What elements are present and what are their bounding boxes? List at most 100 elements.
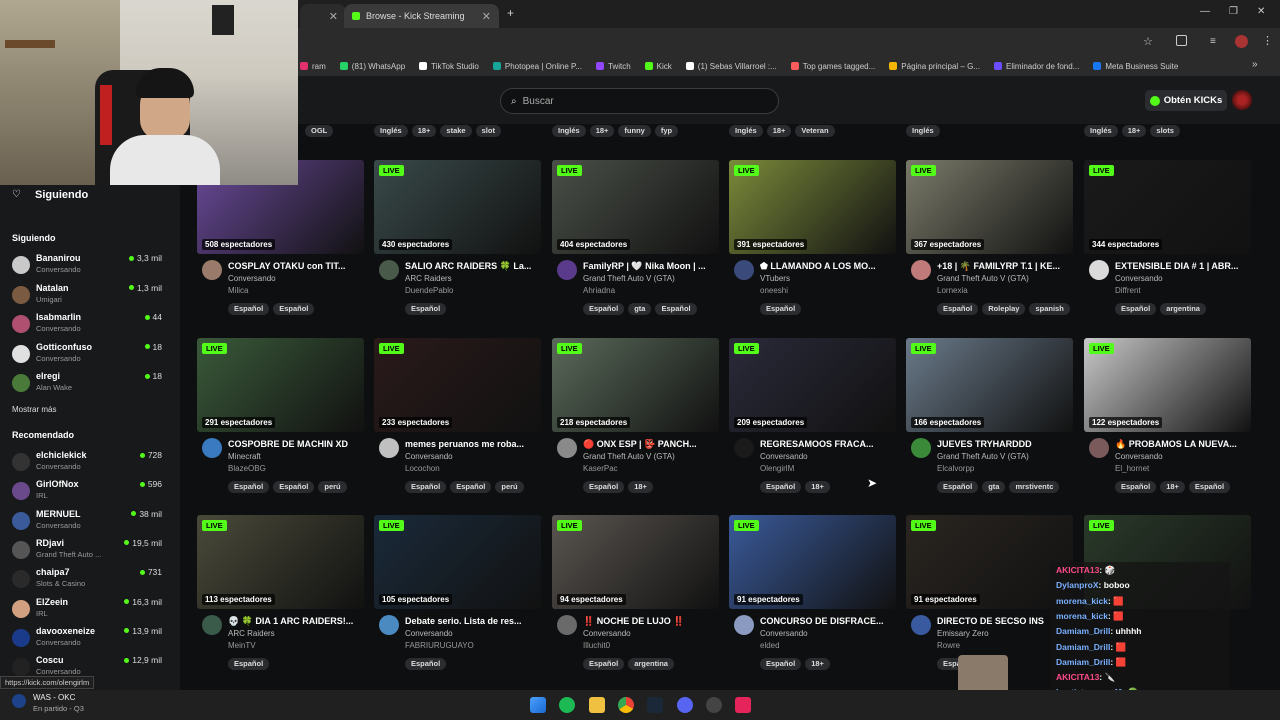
tag-chip[interactable]: Español — [937, 481, 979, 493]
tag-chip[interactable]: argentina — [628, 658, 674, 670]
stream-category[interactable]: Emissary Zero — [937, 629, 989, 638]
streamer-name[interactable]: Lornexia — [937, 286, 968, 295]
tag-chip[interactable]: Español — [405, 481, 447, 493]
tag-chip[interactable]: Español — [760, 303, 802, 315]
minimize-icon[interactable]: — — [1200, 6, 1210, 17]
bookmark-item[interactable]: Twitch — [595, 62, 631, 71]
user-avatar[interactable] — [1232, 90, 1252, 110]
streamer-avatar[interactable] — [1089, 438, 1109, 458]
stream-title[interactable]: memes peruanos me roba... — [405, 439, 547, 449]
tag-chip[interactable]: Español — [405, 303, 447, 315]
sidebar-channel-item[interactable]: chaipa7 Slots & Casino 731 — [12, 567, 162, 595]
stream-title[interactable]: COSPLAY OTAKU con TIT... — [228, 261, 370, 271]
stream-title[interactable]: ‼️ NOCHE DE LUJO ‼️ — [583, 616, 725, 627]
steam-icon[interactable] — [647, 697, 663, 713]
streamer-name[interactable]: Elcalvorpp — [937, 464, 974, 473]
bookmarks-more-icon[interactable]: » — [1252, 59, 1258, 70]
streamer-name[interactable]: elded — [760, 641, 780, 650]
streamer-name[interactable]: BlazeOBG — [228, 464, 266, 473]
streamer-name[interactable]: Rowre — [937, 641, 960, 650]
stream-thumbnail[interactable]: LIVE 105 espectadores — [374, 515, 541, 609]
chrome-icon[interactable] — [618, 697, 634, 713]
stream-category[interactable]: Conversando — [760, 629, 808, 638]
tag-chip[interactable]: slot — [475, 125, 501, 137]
stream-category[interactable]: ARC Raiders — [405, 274, 452, 283]
stream-card[interactable]: LIVE508 espectadoresCOSPLAY OTAKU con TI… — [197, 160, 364, 330]
stream-thumbnail[interactable]: LIVE 430 espectadores — [374, 160, 541, 254]
stream-category[interactable]: Conversando — [760, 452, 808, 461]
stream-thumbnail[interactable]: LIVE 367 espectadores — [906, 160, 1073, 254]
chat-username[interactable]: Damiam_Drill — [1056, 642, 1110, 652]
stream-category[interactable]: Grand Theft Auto V (GTA) — [937, 452, 1029, 461]
tag-chip[interactable]: slots — [1150, 125, 1180, 137]
stream-category[interactable]: Conversando — [1115, 274, 1163, 283]
stream-title[interactable]: 🔥 PROBAMOS LA NUEVA... — [1115, 439, 1257, 450]
tag-chip[interactable]: Español — [583, 658, 625, 670]
stream-category[interactable]: Conversando — [583, 629, 631, 638]
stream-card[interactable]: LIVE 367 espectadores +18 | 🌴 FAMILYRP T.1… — [906, 160, 1073, 330]
streamer-name[interactable]: Diffrent — [1115, 286, 1141, 295]
stream-thumbnail[interactable]: LIVE 391 espectadores — [729, 160, 896, 254]
sidebar-channel-item[interactable]: davooxeneize Conversando 13,9 mil — [12, 626, 162, 654]
stream-title[interactable]: SALIO ARC RAIDERS 🍀 La... — [405, 261, 547, 272]
stream-title[interactable]: CONCURSO DE DISFRACE... — [760, 616, 902, 626]
stream-thumbnail[interactable]: LIVE 209 espectadores — [729, 338, 896, 432]
streamer-avatar[interactable] — [734, 615, 754, 635]
bookmark-item[interactable]: TikTok Studio — [419, 62, 479, 71]
tag-chip[interactable]: Español — [405, 658, 447, 670]
stream-title[interactable]: 💀 🍀 DIA 1 ARC RAIDERS!... — [228, 616, 370, 627]
stream-card[interactable]: LIVE 430 espectadores SALIO ARC RAIDERS 🍀 … — [374, 160, 541, 330]
streamer-avatar[interactable] — [379, 260, 399, 280]
stream-category[interactable]: Grand Theft Auto V (GTA) — [583, 274, 675, 283]
stream-category[interactable]: Grand Theft Auto V (GTA) — [937, 274, 1029, 283]
stream-card[interactable]: LIVE 113 espectadores 💀 🍀 DIA 1 ARC RAIDER… — [197, 515, 364, 685]
streamer-avatar[interactable] — [734, 260, 754, 280]
tag-chip[interactable]: stake — [440, 125, 472, 137]
streamer-avatar[interactable] — [202, 615, 222, 635]
maximize-icon[interactable]: ❐ — [1229, 6, 1238, 17]
tag-chip[interactable]: Español — [228, 481, 270, 493]
chat-username[interactable]: morena_kick — [1056, 596, 1108, 606]
chat-username[interactable]: AKICITA13 — [1056, 565, 1099, 575]
stream-card[interactable]: LIVE 233 espectadores memes peruanos me ro… — [374, 338, 541, 508]
extensions-icon[interactable] — [1176, 35, 1187, 46]
streamer-name[interactable]: Illuchit0 — [583, 641, 610, 650]
stream-thumbnail[interactable]: LIVE 233 espectadores — [374, 338, 541, 432]
sidebar-channel-item[interactable]: Natalan Umigari 1,3 mil — [12, 283, 162, 311]
stream-thumbnail[interactable]: LIVE 94 espectadores — [552, 515, 719, 609]
stream-category[interactable]: ARC Raiders — [228, 629, 275, 638]
file-explorer-icon[interactable] — [589, 697, 605, 713]
tag-chip[interactable]: gta — [982, 481, 1006, 493]
tag-chip[interactable]: Inglés — [1084, 125, 1118, 137]
chat-username[interactable]: DylanproX — [1056, 580, 1099, 590]
tag-chip[interactable]: Inglés — [374, 125, 408, 137]
stream-thumbnail[interactable]: LIVE 91 espectadores — [729, 515, 896, 609]
tag-chip[interactable]: funny — [618, 125, 651, 137]
stream-category[interactable]: Conversando — [1115, 452, 1163, 461]
bookmark-item[interactable]: Kick — [644, 62, 672, 71]
tag-chip[interactable]: fyp — [654, 125, 679, 137]
close-tab-icon[interactable]: ✕ — [329, 10, 338, 23]
streamer-name[interactable]: FABRIURUGUAYO — [405, 641, 474, 650]
tag-chip[interactable]: 18+ — [805, 658, 830, 670]
streamer-name[interactable]: Ahriadna — [583, 286, 615, 295]
streamer-name[interactable]: MeinTV — [228, 641, 256, 650]
stream-title[interactable]: ⬟ LLAMANDO A LOS MO... — [760, 261, 902, 272]
tag-chip[interactable]: 18+ — [805, 481, 830, 493]
bookmark-item[interactable]: (81) WhatsApp — [339, 62, 405, 71]
tag-chip[interactable]: 18+ — [628, 481, 653, 493]
bookmark-item[interactable]: (1) Sebas Villarroel :... — [685, 62, 777, 71]
profile-icon[interactable] — [1235, 35, 1248, 48]
stream-thumbnail[interactable]: LIVE 291 espectadores — [197, 338, 364, 432]
sidebar-channel-item[interactable]: elregi Alan Wake 18 — [12, 371, 162, 399]
bookmark-item[interactable]: Top games tagged... — [790, 62, 875, 71]
chat-username[interactable]: Damiam_Drill — [1056, 626, 1110, 636]
widget-game-title[interactable]: WAS - OKC — [33, 693, 75, 702]
tag-chip[interactable]: Veteran — [795, 125, 835, 137]
streamer-name[interactable]: KaserPac — [583, 464, 618, 473]
streamer-avatar[interactable] — [379, 438, 399, 458]
tag-chip[interactable]: Español — [228, 303, 270, 315]
menu-dots-icon[interactable]: ⋮ — [1262, 34, 1273, 47]
chat-username[interactable]: Damiam_Drill — [1056, 657, 1110, 667]
stream-thumbnail[interactable]: LIVE 91 espectadores — [906, 515, 1073, 609]
